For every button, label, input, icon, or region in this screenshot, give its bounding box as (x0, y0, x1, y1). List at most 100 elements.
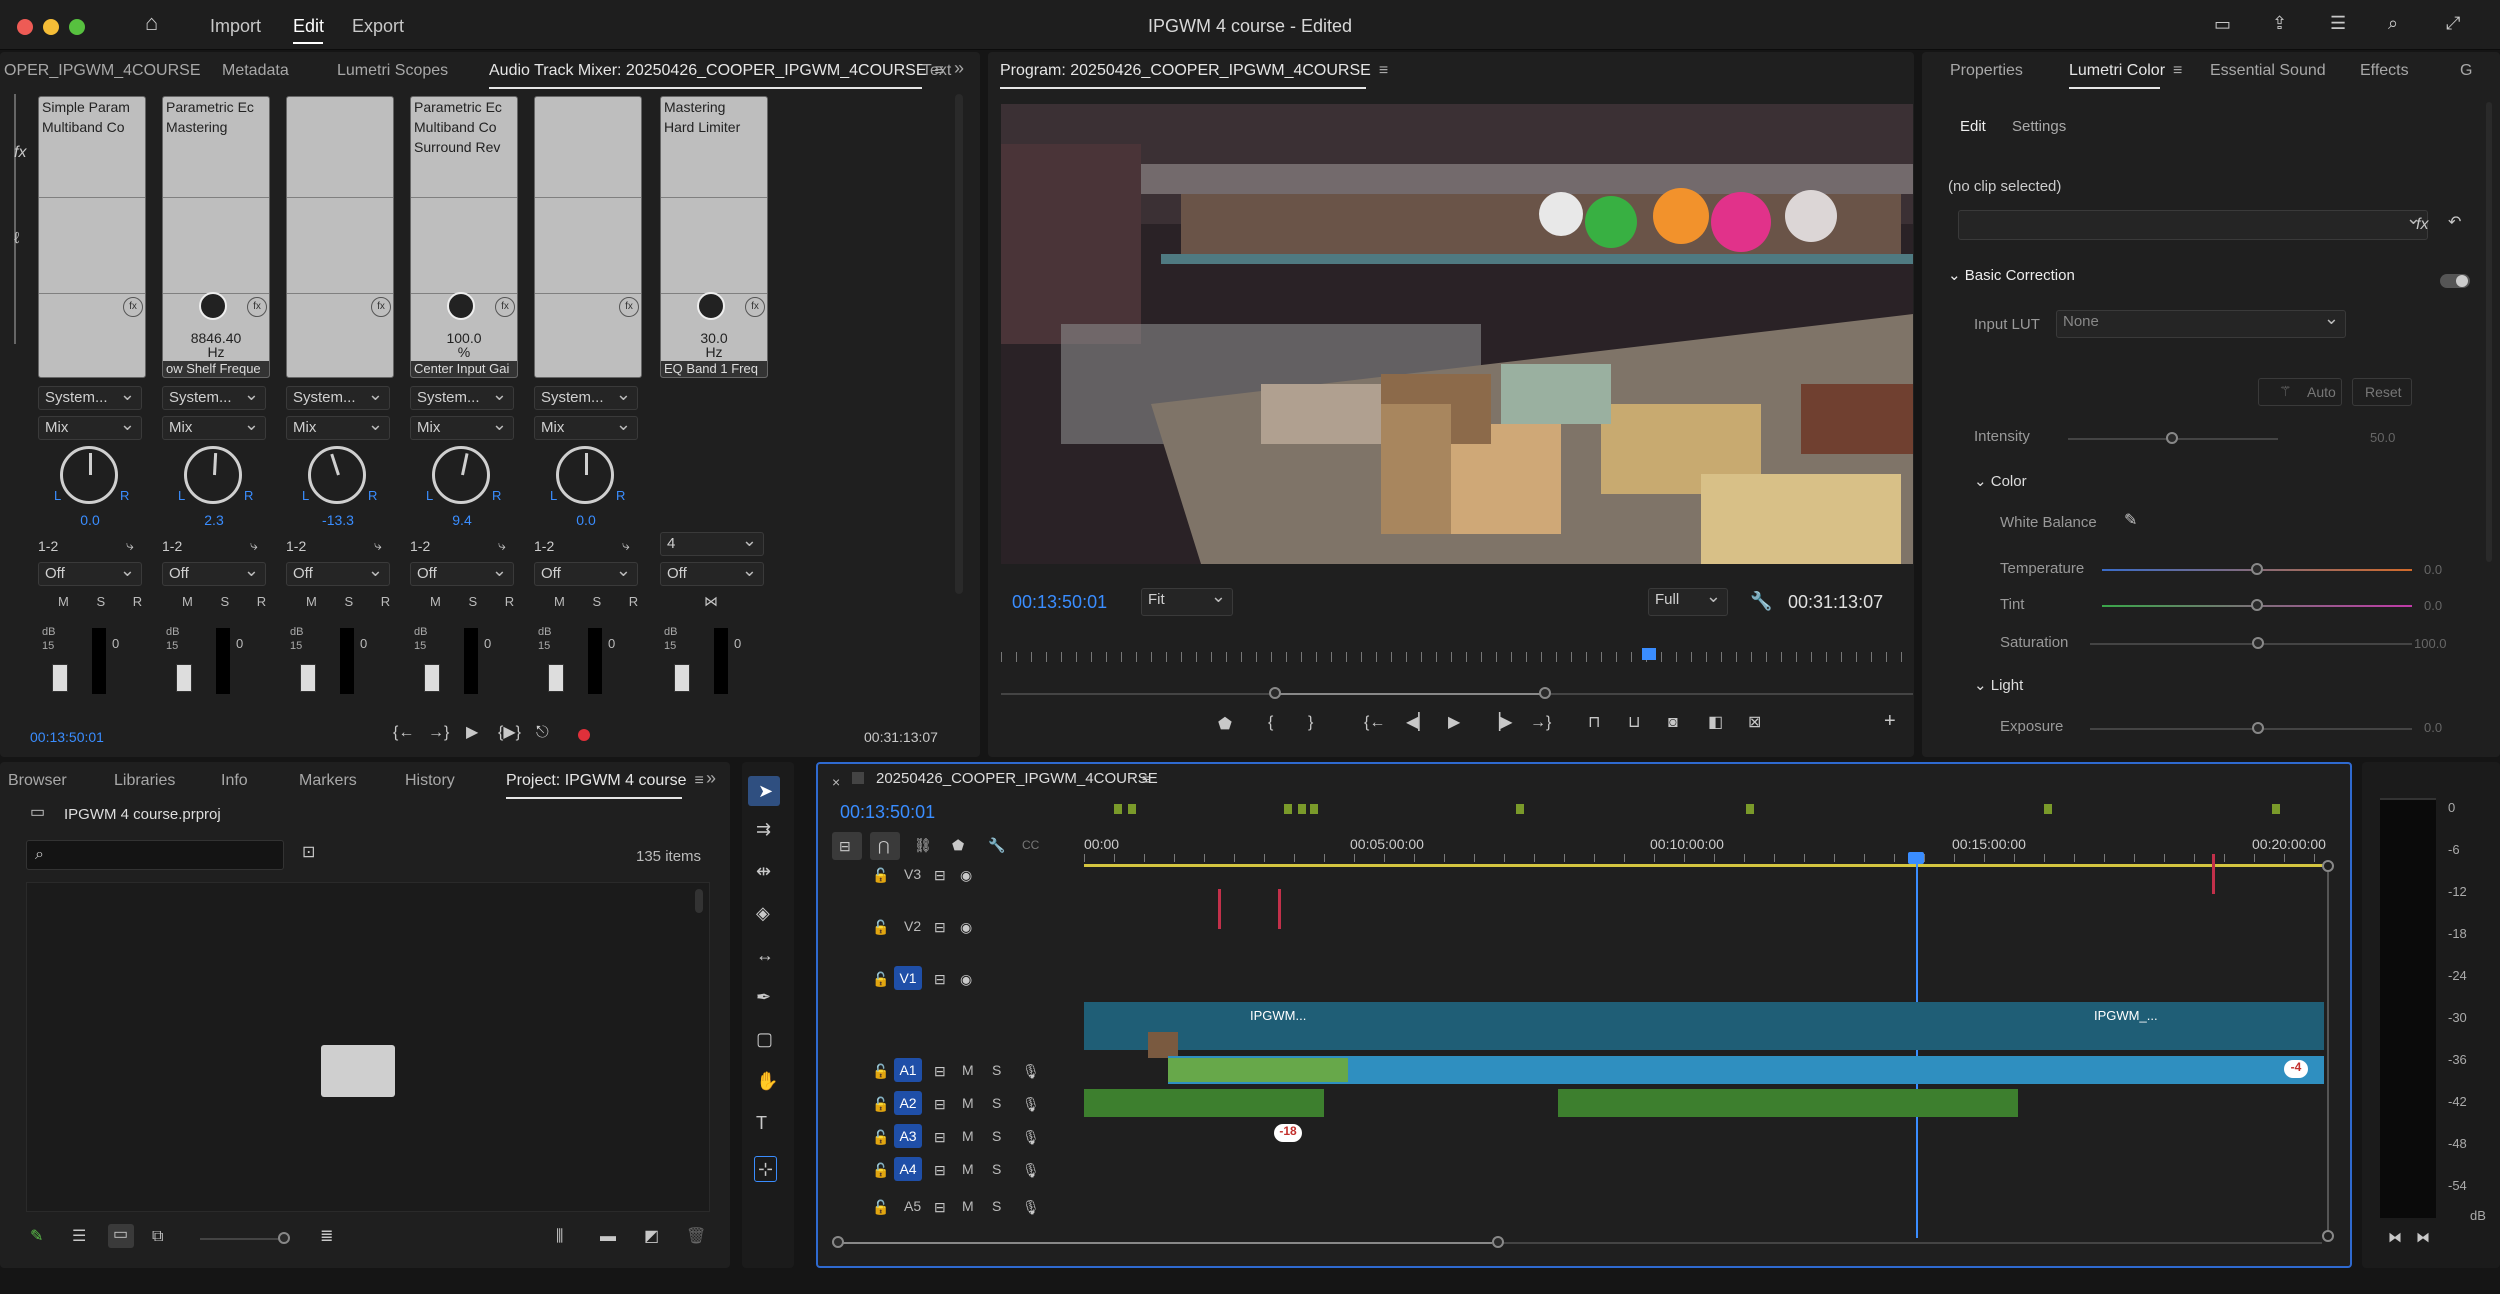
mode-select[interactable]: Mix (38, 414, 142, 440)
tab-info[interactable]: Info (221, 772, 248, 790)
pan-value[interactable]: 0.0 (556, 512, 616, 528)
pencil-icon[interactable]: ✎ (30, 1228, 43, 1246)
tab-history[interactable]: History (405, 772, 455, 790)
audio-badge[interactable]: -4 (2284, 1060, 2308, 1078)
mute-button[interactable]: M (962, 1095, 974, 1111)
volume-fader[interactable]: dB 15 0 (166, 626, 256, 696)
lock-icon[interactable]: 🔓 (872, 918, 889, 936)
project-scrollbar[interactable] (695, 889, 703, 913)
microphone-icon[interactable]: 🎙 (1022, 1095, 1040, 1113)
sync-lock-icon[interactable]: ⊟ (934, 970, 946, 988)
track-name[interactable]: A5 (904, 1198, 921, 1214)
sync-lock-icon[interactable]: ⊟ (934, 866, 946, 884)
generative-extend-icon[interactable]: ⊹ (754, 1156, 778, 1182)
mixer-current-timecode[interactable]: 00:13:50:01 (30, 729, 104, 745)
program-time-ruler[interactable] (1001, 652, 1913, 662)
basic-correction-toggle[interactable] (2440, 274, 2470, 288)
microphone-icon[interactable]: 🎙 (1022, 1128, 1040, 1146)
go-to-in-icon[interactable]: {← (393, 724, 414, 742)
loop-icon[interactable]: ⎋ (536, 724, 549, 742)
tab-markers[interactable]: Markers (299, 772, 357, 790)
microphone-icon[interactable]: 🎙 (1022, 1198, 1040, 1216)
solo-left-icon[interactable]: ⧓ (2388, 1228, 2402, 1246)
collapse-icon[interactable]: ⋈ (704, 592, 718, 610)
route-icon[interactable]: ⤷ (250, 536, 258, 554)
pan-knob[interactable] (556, 446, 614, 504)
bin-folder-icon[interactable] (321, 1045, 395, 1097)
temperature-value[interactable]: 0.0 (2424, 562, 2442, 577)
marker-icon[interactable] (1284, 804, 1292, 814)
send-select[interactable]: System... (534, 384, 638, 410)
play-icon[interactable]: ▶ (466, 724, 478, 742)
v2-marker-clip[interactable] (1278, 889, 1281, 929)
pan-knob[interactable] (60, 446, 118, 504)
minimize-window-button[interactable] (43, 19, 59, 35)
panel-menu-icon[interactable]: ≡ (1142, 770, 1150, 788)
solo-button[interactable]: S (992, 1062, 1001, 1078)
vscroll-handle-top[interactable] (2322, 860, 2334, 872)
track-name[interactable]: V3 (904, 866, 921, 882)
effects-rack[interactable]: Simple Param Multiband Co fx (38, 96, 146, 378)
wrench-icon[interactable]: 🔧 (988, 836, 1005, 854)
effects-rack[interactable]: Parametric Ec Mastering fx 8846.40 Hz ow Shel… (162, 96, 270, 378)
automation-select[interactable]: Off (38, 560, 142, 586)
tint-slider[interactable] (2102, 599, 2412, 611)
marker-icon[interactable] (1310, 804, 1318, 814)
a1-green-clip[interactable] (1168, 1058, 1348, 1082)
lock-icon[interactable]: 🔓 (872, 1062, 889, 1080)
pan-knob[interactable] (308, 446, 366, 504)
add-marker-icon[interactable]: ⬟ (952, 836, 964, 854)
project-items-area[interactable] (26, 882, 710, 1212)
timeline-vertical-scroll[interactable] (2322, 860, 2334, 1242)
workspaces-icon[interactable]: ☰ (2330, 14, 2346, 32)
lumetri-scrollbar[interactable] (2486, 102, 2492, 562)
new-item-icon[interactable]: ◩ (644, 1228, 659, 1246)
mute-button[interactable]: M (962, 1128, 974, 1144)
marker-icon[interactable] (1128, 804, 1136, 814)
v2-marker-clip[interactable] (1218, 889, 1221, 929)
hand-icon[interactable]: ✋ (756, 1072, 778, 1090)
route-icon[interactable]: ⤷ (622, 536, 630, 554)
selection-tool[interactable]: ➤ (748, 776, 780, 806)
effects-rack[interactable]: fx (534, 96, 642, 378)
close-sequence-icon[interactable]: × (832, 774, 840, 790)
eye-icon[interactable]: ◉ (960, 918, 972, 936)
tab-project[interactable]: Project: IPGWM 4 course ≡ (506, 772, 704, 799)
fx-bypass-icon[interactable]: fx (745, 297, 765, 317)
fader-cap[interactable] (548, 664, 564, 692)
effect-slot[interactable]: Surround Rev (414, 139, 500, 155)
exposure-slider[interactable] (2090, 722, 2412, 734)
automation-select[interactable]: Off (534, 560, 638, 586)
sync-lock-icon[interactable]: ⊟ (934, 1095, 946, 1113)
output-route[interactable]: 1-2 (162, 538, 182, 554)
lock-icon[interactable]: 🔓 (872, 866, 889, 884)
marker-icon[interactable] (2272, 804, 2280, 814)
send-select[interactable]: System... (410, 384, 514, 410)
effect-slot[interactable]: Multiband Co (42, 119, 125, 135)
mute-button[interactable]: M (962, 1198, 974, 1214)
menu-import[interactable]: Import (210, 16, 261, 37)
tab-lumetri-color[interactable]: Lumetri Color ≡ (2069, 62, 2182, 89)
pen-icon[interactable]: ✒ (756, 988, 771, 1006)
marker-icon[interactable] (1746, 804, 1754, 814)
panel-menu-icon[interactable]: ≡ (2173, 62, 2182, 80)
panel-menu-icon[interactable]: ≡ (1379, 62, 1388, 80)
fx-icon[interactable]: fx (2416, 216, 2428, 234)
marker-icon[interactable] (1516, 804, 1524, 814)
step-forward-icon[interactable]: ▕▶ (1488, 714, 1513, 732)
effects-rack[interactable]: fx (286, 96, 394, 378)
fx-bypass-icon[interactable]: fx (371, 297, 391, 317)
timeline-timecode[interactable]: 00:13:50:01 (840, 802, 935, 823)
microphone-icon[interactable]: 🎙 (1022, 1062, 1040, 1080)
captions-icon[interactable]: CC (1022, 836, 1039, 854)
track-target[interactable]: A3 (894, 1124, 922, 1148)
fx-bypass-icon[interactable]: fx (123, 297, 143, 317)
go-to-in-icon[interactable]: {← (1364, 714, 1385, 732)
audio-badge[interactable]: -18 (1274, 1124, 1302, 1142)
mode-select[interactable]: Mix (286, 414, 390, 440)
razor-icon[interactable]: ◈ (756, 904, 770, 922)
output-route[interactable]: 1-2 (410, 538, 430, 554)
effect-slot[interactable]: Hard Limiter (664, 119, 740, 135)
fx-bypass-icon[interactable]: fx (619, 297, 639, 317)
saturation-value[interactable]: 100.0 (2414, 636, 2447, 651)
